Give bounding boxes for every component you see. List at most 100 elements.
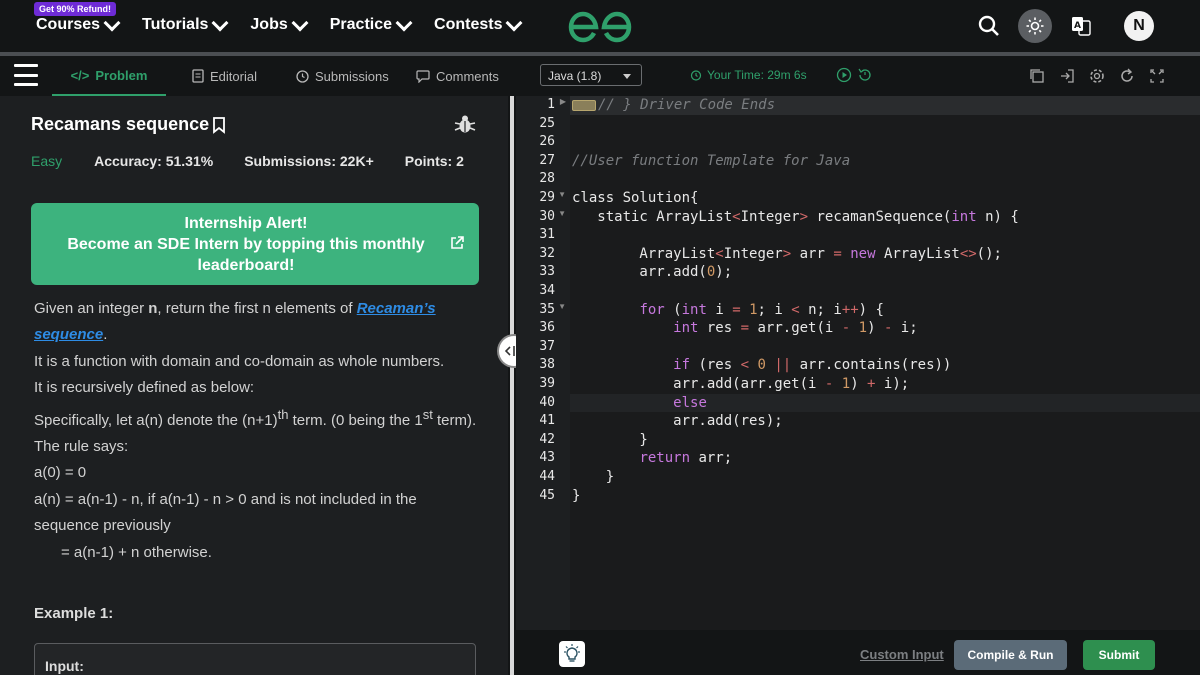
refresh-icon[interactable] bbox=[1118, 67, 1136, 85]
bug-report-icon[interactable] bbox=[454, 114, 476, 134]
top-navbar: Get 90% Refund! Courses Tutorials Jobs P… bbox=[0, 0, 1200, 52]
nav-tutorials-label: Tutorials bbox=[142, 16, 209, 33]
theme-toggle-sun-icon[interactable] bbox=[1018, 9, 1052, 43]
fold-arrow-icon[interactable]: ▶ bbox=[560, 97, 566, 106]
copy-icon[interactable] bbox=[1028, 67, 1046, 85]
example-input-box: Input: bbox=[34, 643, 476, 675]
nav-jobs[interactable]: Jobs bbox=[250, 14, 309, 34]
nav-jobs-label: Jobs bbox=[250, 16, 288, 33]
problem-meta: Easy Accuracy: 51.31% Submissions: 22K+ … bbox=[31, 153, 495, 169]
chevron-down-icon bbox=[395, 14, 413, 31]
alert-message: Become an SDE Intern by topping this mon… bbox=[67, 236, 425, 274]
code-line: ArrayList<Integer> arr = new ArrayList<>… bbox=[572, 245, 1002, 262]
fold-arrow-icon[interactable]: ▼ bbox=[558, 302, 566, 311]
problem-title-row: Recamans sequence bbox=[31, 114, 227, 135]
comment-icon bbox=[416, 69, 430, 83]
chevron-down-icon bbox=[505, 14, 523, 31]
tab-editorial-label: Editorial bbox=[210, 68, 257, 84]
splitter-bar[interactable] bbox=[510, 96, 514, 675]
desc-paragraph-3: It is recursively defined as below: bbox=[34, 379, 255, 397]
code-line: int res = arr.get(i - 1) - i; bbox=[673, 320, 918, 337]
gfg-logo-icon[interactable] bbox=[568, 10, 632, 44]
nav-contests-label: Contests bbox=[434, 16, 503, 33]
custom-input-link[interactable]: Custom Input bbox=[860, 647, 944, 662]
line-number: 29 bbox=[539, 190, 555, 205]
tab-submissions[interactable]: Submissions bbox=[296, 56, 389, 96]
code-editor[interactable]: // } Driver Code Ends //User function Te… bbox=[570, 96, 1200, 630]
tab-editorial[interactable]: Editorial bbox=[192, 56, 257, 96]
hamburger-menu-icon[interactable] bbox=[14, 64, 38, 86]
line-number: 36 bbox=[539, 320, 555, 336]
desc-paragraph-4: Specifically, let a(n) denote the (n+1)t… bbox=[34, 406, 477, 429]
tab-problem-label: Problem bbox=[95, 67, 148, 83]
nav-practice-label: Practice bbox=[329, 16, 393, 33]
desc-rule-3: = a(n-1) + n otherwise. bbox=[61, 543, 212, 561]
problem-tabs: </> Problem Editorial Submissions Commen… bbox=[0, 56, 508, 96]
timer: Your Time: 29m 6s bbox=[690, 68, 807, 82]
refund-badge[interactable]: Get 90% Refund! bbox=[34, 2, 117, 16]
folded-code-icon[interactable] bbox=[572, 99, 596, 111]
language-select[interactable]: Java (1.8) bbox=[540, 64, 642, 86]
editor-actions bbox=[1028, 67, 1166, 85]
line-number: 44 bbox=[539, 469, 555, 484]
code-line: return arr; bbox=[639, 450, 733, 467]
hint-bulb-icon[interactable] bbox=[559, 641, 585, 667]
line-number: 37 bbox=[539, 338, 555, 354]
line-number: 26 bbox=[539, 134, 555, 150]
problem-title: Recamans sequence bbox=[31, 114, 210, 134]
line-number: 40 bbox=[539, 394, 555, 410]
external-link-icon[interactable] bbox=[449, 235, 465, 251]
fold-arrow-icon[interactable]: ▼ bbox=[558, 190, 566, 199]
line-number: 30 bbox=[539, 208, 555, 224]
reset-timer-icon[interactable] bbox=[857, 67, 873, 83]
import-icon[interactable] bbox=[1058, 67, 1076, 85]
desc-rule-2: a(n) = a(n-1) - n, if a(n-1) - n > 0 and… bbox=[34, 490, 417, 535]
nav-tutorials[interactable]: Tutorials bbox=[142, 14, 229, 34]
line-number: 45 bbox=[539, 487, 555, 503]
alert-text: Internship Alert! Become an SDE Intern b… bbox=[61, 213, 431, 276]
code-line: static ArrayList<Integer> recamanSequenc… bbox=[572, 208, 1019, 225]
tab-comments-label: Comments bbox=[436, 68, 499, 84]
submit-button[interactable]: Submit bbox=[1083, 640, 1155, 670]
timer-controls bbox=[836, 67, 873, 83]
code-line: arr.add(0); bbox=[572, 264, 733, 281]
line-number: 35 bbox=[539, 301, 555, 317]
code-line: else bbox=[673, 394, 707, 411]
line-number: 38 bbox=[539, 357, 555, 373]
nav-menu: Courses Tutorials Jobs Practice Contests bbox=[36, 14, 523, 34]
bookmark-icon[interactable] bbox=[211, 116, 227, 134]
code-line: class Solution{ bbox=[572, 190, 699, 206]
play-icon[interactable] bbox=[836, 67, 852, 83]
fold-arrow-icon[interactable]: ▼ bbox=[558, 209, 566, 218]
search-icon[interactable] bbox=[972, 9, 1006, 43]
translate-icon[interactable]: A bbox=[1064, 9, 1098, 43]
fullscreen-icon[interactable] bbox=[1148, 67, 1166, 85]
desc-paragraph-1: Given an integer n, return the first n e… bbox=[34, 300, 436, 344]
settings-gear-icon[interactable] bbox=[1088, 67, 1106, 85]
submissions-stat: Submissions: 22K+ bbox=[244, 153, 374, 169]
compile-run-button[interactable]: Compile & Run bbox=[954, 640, 1067, 670]
editor-toolbar: Java (1.8) Your Time: 29m 6s bbox=[516, 56, 1200, 96]
desc-paragraph-5: The rule says: bbox=[34, 438, 129, 456]
language-select-value: Java (1.8) bbox=[548, 69, 602, 83]
nav-courses-label: Courses bbox=[36, 16, 101, 33]
line-number: 32 bbox=[539, 245, 555, 261]
line-number: 33 bbox=[539, 264, 555, 280]
code-line: for (int i = 1; i < n; i++) { bbox=[639, 301, 884, 318]
line-number: 25 bbox=[539, 115, 555, 131]
line-number: 34 bbox=[539, 283, 555, 298]
nav-courses[interactable]: Courses bbox=[36, 14, 121, 34]
line-number: 42 bbox=[539, 431, 555, 447]
line-number: 1 bbox=[547, 97, 555, 112]
tab-problem[interactable]: </> Problem bbox=[52, 56, 166, 96]
nav-contests[interactable]: Contests bbox=[434, 14, 523, 34]
tab-comments[interactable]: Comments bbox=[416, 56, 499, 96]
line-number: 43 bbox=[539, 450, 555, 466]
alarm-icon bbox=[690, 70, 702, 81]
code-line: } bbox=[572, 469, 615, 485]
nav-practice[interactable]: Practice bbox=[329, 14, 413, 34]
internship-alert-banner[interactable]: Internship Alert! Become an SDE Intern b… bbox=[31, 203, 479, 285]
points-stat: Points: 2 bbox=[404, 153, 464, 169]
tab-submissions-label: Submissions bbox=[315, 68, 389, 84]
avatar[interactable]: N bbox=[1124, 11, 1154, 41]
